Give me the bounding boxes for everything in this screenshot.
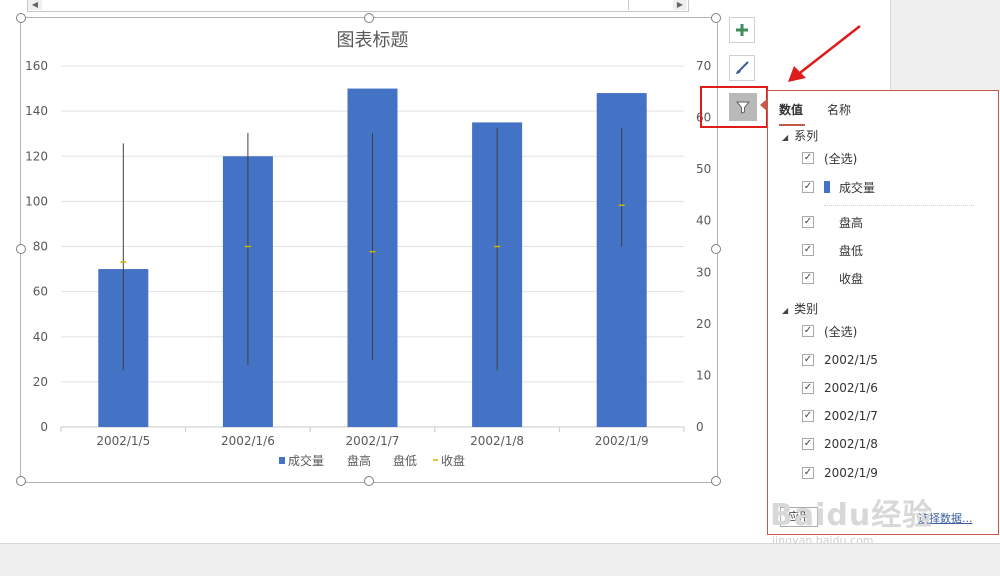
series-item-volume[interactable]: ✓ 成交量 <box>802 178 875 196</box>
checkbox-icon[interactable]: ✓ <box>802 354 814 366</box>
left-axis-tick-label: 0 <box>40 420 48 434</box>
annotation-highlight-box <box>700 86 768 128</box>
series-color-swatch <box>824 181 830 193</box>
left-axis-tick-label: 100 <box>25 194 48 208</box>
watermark-logo: Baidu经验 <box>770 498 934 533</box>
category-label: 2002/1/9 <box>595 434 649 448</box>
legend-label: 收盘 <box>441 453 465 468</box>
right-axis-tick-label: 10 <box>696 368 711 382</box>
left-axis-tick-label: 120 <box>25 149 48 163</box>
chart-canvas: 图表标题020406080100120140160010203040506070… <box>25 30 711 468</box>
right-axis-tick-label: 20 <box>696 317 711 331</box>
paintbrush-icon <box>736 61 749 74</box>
chart-filter-panel[interactable]: 数值 名称 ◢ 系列 ✓ (全选) ✓ 成交量 ✓ 盘高 ✓ 盘低 ✓ 收盘 ◢ 类别 ✓ (全… <box>767 90 999 535</box>
category-section-header[interactable]: ◢ 类别 <box>782 300 818 317</box>
chart-styles-button[interactable] <box>729 55 755 81</box>
category-label: 2002/1/5 <box>96 434 150 448</box>
resize-handle-top-left[interactable] <box>16 13 26 23</box>
category-label: 2002/1/8 <box>470 434 524 448</box>
right-axis-tick-label: 40 <box>696 214 711 228</box>
horizontal-scrollbar[interactable]: ◀ ▶ <box>27 0 689 12</box>
series-item-low[interactable]: ✓ 盘低 <box>802 241 863 259</box>
right-axis-tick-label: 30 <box>696 265 711 279</box>
category-item[interactable]: ✓ 2002/1/9 <box>802 464 878 482</box>
item-label: (全选) <box>824 324 858 339</box>
left-axis-tick-label: 60 <box>33 285 48 299</box>
scroll-thumb[interactable] <box>68 0 629 10</box>
item-label: 收盘 <box>839 271 864 286</box>
item-label: 2002/1/7 <box>824 409 878 423</box>
checkbox-icon[interactable]: ✓ <box>802 244 814 256</box>
legend-swatch <box>279 457 285 464</box>
annotation-arrow <box>788 25 861 82</box>
resize-handle-bottom-left[interactable] <box>16 476 26 486</box>
chart-elements-button[interactable] <box>729 17 755 43</box>
category-item[interactable]: ✓ 2002/1/5 <box>802 351 878 369</box>
chart-title: 图表标题 <box>337 30 409 51</box>
series-item-close[interactable]: ✓ 收盘 <box>802 269 863 287</box>
resize-handle-top-right[interactable] <box>711 13 721 23</box>
checkbox-icon[interactable]: ✓ <box>802 325 814 337</box>
item-label: 2002/1/8 <box>824 437 878 451</box>
checkbox-icon[interactable]: ✓ <box>802 152 814 164</box>
right-axis-tick-label: 70 <box>696 59 711 73</box>
checkbox-icon[interactable]: ✓ <box>802 410 814 422</box>
category-item[interactable]: ✓ 2002/1/8 <box>802 435 878 453</box>
scroll-left-arrow[interactable]: ◀ <box>28 0 42 10</box>
item-label: 成交量 <box>839 180 876 195</box>
series-section-header[interactable]: ◢ 系列 <box>782 127 818 144</box>
left-axis-tick-label: 20 <box>33 375 48 389</box>
item-label: 2002/1/9 <box>824 466 878 480</box>
left-axis-tick-label: 160 <box>25 59 48 73</box>
scroll-right-arrow[interactable]: ▶ <box>673 0 687 10</box>
category-item-select-all[interactable]: ✓ (全选) <box>802 322 857 340</box>
resize-handle-top[interactable] <box>364 13 374 23</box>
left-axis-tick-label: 40 <box>33 330 48 344</box>
collapse-triangle-icon: ◢ <box>782 306 789 315</box>
legend-label: 盘高 <box>347 453 371 468</box>
right-axis-tick-label: 50 <box>696 162 711 176</box>
series-item-high[interactable]: ✓ 盘高 <box>802 213 863 231</box>
plus-icon <box>736 24 748 36</box>
left-axis-tick-label: 140 <box>25 104 48 118</box>
resize-handle-left[interactable] <box>16 244 26 254</box>
right-margin-area <box>890 0 1000 92</box>
resize-handle-right[interactable] <box>711 244 721 254</box>
resize-handle-bottom[interactable] <box>364 476 374 486</box>
resize-handle-bottom-right[interactable] <box>711 476 721 486</box>
tab-names[interactable]: 名称 <box>827 101 851 118</box>
checkbox-icon[interactable]: ✓ <box>802 438 814 450</box>
checkbox-icon[interactable]: ✓ <box>802 467 814 479</box>
collapse-triangle-icon: ◢ <box>782 133 789 142</box>
item-label: 2002/1/6 <box>824 381 878 395</box>
checkbox-icon[interactable]: ✓ <box>802 216 814 228</box>
chart-area[interactable]: 图表标题 0 20 40 60 80 100 120 140 160 0 10 20 30 40 50 60 70… <box>20 17 718 483</box>
category-item[interactable]: ✓ 2002/1/6 <box>802 379 878 397</box>
category-item[interactable]: ✓ 2002/1/7 <box>802 407 878 425</box>
legend-label: 成交量 <box>288 453 324 468</box>
item-label: (全选) <box>824 151 858 166</box>
checkbox-icon[interactable]: ✓ <box>802 181 814 193</box>
legend-label: 盘低 <box>393 453 417 468</box>
checkbox-icon[interactable]: ✓ <box>802 272 814 284</box>
series-header-label: 系列 <box>794 129 819 143</box>
right-axis-tick-label: 0 <box>696 420 704 434</box>
item-label: 2002/1/5 <box>824 353 878 367</box>
series-item-select-all[interactable]: ✓ (全选) <box>802 149 857 167</box>
category-label: 2002/1/7 <box>346 434 400 448</box>
category-label: 2002/1/6 <box>221 434 275 448</box>
item-label: 盘高 <box>839 215 864 230</box>
tab-values[interactable]: 数值 <box>779 101 803 118</box>
active-tab-indicator <box>779 124 805 126</box>
left-axis-tick-label: 80 <box>33 240 48 254</box>
category-header-label: 类别 <box>794 302 819 316</box>
status-bar <box>0 543 1000 576</box>
checkbox-icon[interactable]: ✓ <box>802 382 814 394</box>
series-separator <box>824 205 974 206</box>
item-label: 盘低 <box>839 243 864 258</box>
